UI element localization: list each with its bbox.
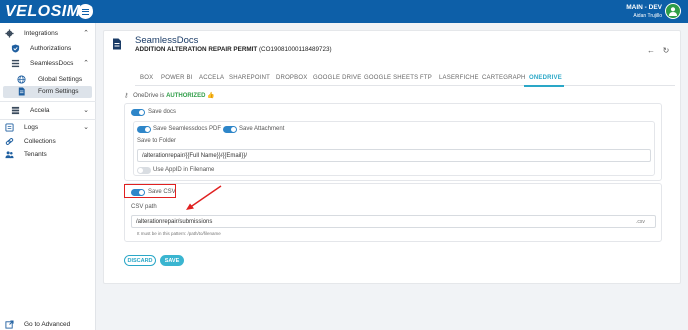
sidebar-item-label: Integrations — [24, 30, 58, 37]
use-appid-label: Use AppID in Filename — [153, 167, 215, 173]
authorization-status: ⚷ OneDrive is AUTHORIZED 👍 — [124, 92, 215, 99]
sidebar-item-seamlessdocs[interactable]: SeamlessDocs ⌃ — [0, 58, 96, 70]
sidebar-item-collections[interactable]: Collections — [0, 136, 96, 148]
chevron-down-icon: ⌄ — [83, 107, 89, 114]
form-settings-panel: SeamlessDocs ADDITION ALTERATION REPAIR … — [103, 30, 681, 284]
key-icon: ⚷ — [124, 93, 129, 99]
csv-path-value: /alterationrepair/submissions — [136, 219, 213, 225]
environment-info: MAIN - DEV Aidan Trujillo — [626, 4, 662, 20]
authorization-prefix: OneDrive is — [133, 93, 165, 99]
save-csv-highlight — [124, 184, 176, 198]
form-subtitle: ADDITION ALTERATION REPAIR PERMIT (CO190… — [135, 46, 332, 53]
go-to-advanced-label: Go to Advanced — [24, 321, 71, 328]
user-name: Aidan Trujillo — [633, 13, 662, 19]
authorization-badge: AUTHORIZED — [166, 93, 206, 99]
discard-button[interactable]: DISCARD — [124, 255, 156, 266]
tab-accela[interactable]: ACCELA — [199, 75, 224, 81]
page-title: SeamlessDocs — [135, 35, 199, 46]
tab-dropbox[interactable]: DROPBOX — [276, 75, 307, 81]
users-icon — [5, 151, 14, 159]
environment-name: MAIN - DEV — [626, 4, 662, 11]
external-link-icon — [5, 320, 14, 329]
save-button[interactable]: SAVE — [160, 255, 184, 266]
save-pdf-toggle[interactable] — [137, 126, 151, 133]
annotation-arrow-icon — [186, 185, 222, 210]
save-to-folder-label: Save to Folder — [137, 138, 177, 144]
integration-tabs: BOX POWER BI ACCELA SHAREPOINT DROPBOX G… — [135, 72, 675, 87]
thumbs-up-icon: 👍 — [207, 93, 215, 99]
csv-path-input[interactable]: /alterationrepair/submissions — [131, 215, 656, 228]
menu-toggle-icon[interactable] — [78, 4, 93, 19]
user-silhouette-icon — [669, 7, 677, 16]
sidebar-item-integrations[interactable]: Integrations ⌃ — [0, 28, 96, 40]
use-appid-toggle[interactable] — [137, 167, 151, 174]
document-icon — [113, 38, 121, 50]
tab-sharepoint[interactable]: SHAREPOINT — [229, 75, 270, 81]
sidebar-item-accela[interactable]: Accela ⌄ — [0, 105, 96, 117]
csv-path-label: CSV path — [131, 204, 157, 210]
go-to-advanced-link[interactable]: Go to Advanced — [0, 319, 96, 330]
tab-google-drive[interactable]: GOOGLE DRIVE — [313, 75, 361, 81]
sidebar: Integrations ⌃ Authorizations SeamlessDo… — [0, 23, 96, 330]
sidebar-item-label: Tenants — [24, 151, 47, 158]
form-name: ADDITION ALTERATION REPAIR PERMIT — [135, 46, 258, 53]
sidebar-divider — [0, 119, 96, 120]
tab-cartegraph[interactable]: CARTEGRAPH — [482, 75, 526, 81]
folder-path-input[interactable]: /alterationrepair/{{Full Name}}/{{Email}… — [137, 149, 651, 162]
sidebar-divider — [0, 101, 96, 102]
save-docs-section: Save docs Save Seamlessdocs PDF Save Att… — [124, 103, 662, 181]
logs-icon — [5, 123, 14, 132]
document-icon — [18, 87, 25, 96]
tab-laserfiche[interactable]: LASERFICHE — [439, 75, 479, 81]
globe-icon — [17, 75, 26, 84]
form-id: (CO19081000118489723) — [258, 46, 332, 53]
chevron-up-icon: ⌃ — [83, 30, 89, 37]
list-icon — [11, 59, 20, 68]
csv-extension-label: .csv — [636, 219, 645, 225]
link-icon — [5, 138, 14, 145]
sidebar-item-global-settings[interactable]: Global Settings — [0, 74, 96, 86]
active-tab-indicator — [524, 85, 564, 87]
user-avatar[interactable] — [665, 3, 681, 19]
sidebar-item-form-settings[interactable]: Form Settings — [3, 86, 92, 98]
sidebar-item-label: Form Settings — [38, 88, 79, 95]
save-docs-options: Save Seamlessdocs PDF Save Attachment Sa… — [133, 121, 655, 176]
tab-ftp[interactable]: FTP — [420, 75, 432, 81]
sidebar-item-label: SeamlessDocs — [30, 60, 74, 67]
chevron-up-icon: ⌃ — [83, 60, 89, 67]
tab-box[interactable]: BOX — [140, 75, 153, 81]
tab-power-bi[interactable]: POWER BI — [161, 75, 193, 81]
sidebar-item-label: Collections — [24, 138, 56, 145]
sidebar-item-label: Logs — [24, 124, 39, 131]
save-attachment-label: Save Attachment — [239, 126, 285, 132]
back-arrow-icon[interactable]: ← — [646, 46, 656, 56]
save-pdf-label: Save Seamlessdocs PDF — [153, 126, 222, 132]
shield-icon — [11, 44, 20, 53]
tab-google-sheets[interactable]: GOOGLE SHEETS — [364, 75, 418, 81]
sidebar-item-label: Authorizations — [30, 45, 72, 52]
chevron-down-icon: ⌄ — [83, 124, 89, 131]
sidebar-item-label: Accela — [30, 107, 50, 114]
save-docs-label: Save docs — [148, 109, 177, 115]
sidebar-item-logs[interactable]: Logs ⌄ — [0, 122, 96, 134]
sidebar-item-authorizations[interactable]: Authorizations — [0, 43, 96, 55]
save-docs-toggle[interactable] — [131, 109, 145, 116]
top-bar: VELOSIMO MAIN - DEV Aidan Trujillo — [0, 0, 688, 23]
tab-onedrive[interactable]: ONEDRIVE — [529, 75, 562, 81]
gear-icon — [5, 29, 14, 38]
refresh-icon[interactable]: ↻ — [661, 46, 671, 56]
save-attachment-toggle[interactable] — [223, 126, 237, 133]
sidebar-item-tenants[interactable]: Tenants — [0, 149, 96, 161]
csv-path-hint: It must be in this pattern: /path/to/fil… — [137, 231, 221, 236]
accela-icon — [11, 106, 20, 115]
sidebar-item-label: Global Settings — [38, 76, 83, 83]
